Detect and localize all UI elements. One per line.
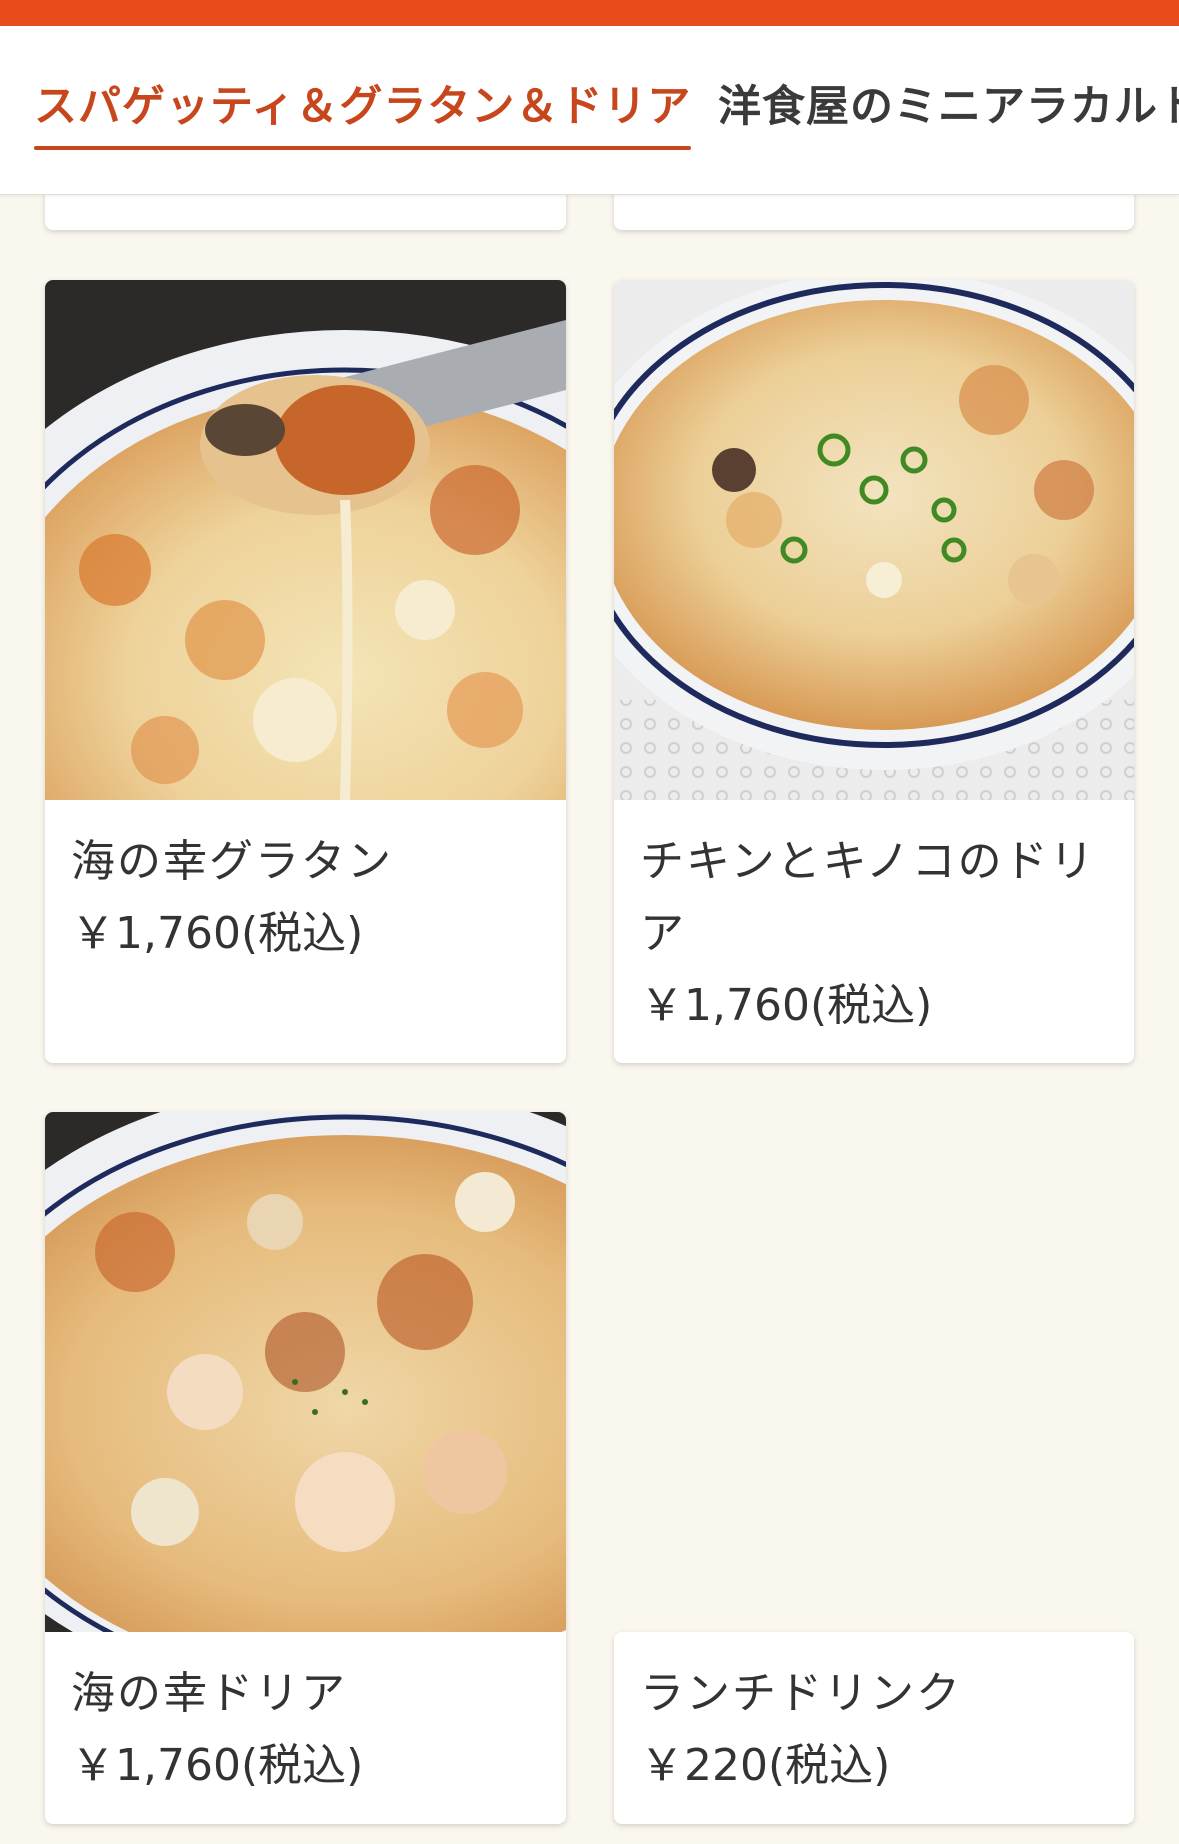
seafood-gratin-photo <box>45 280 566 800</box>
menu-card[interactable]: ランチドリンク ￥220(税込) <box>614 1632 1134 1824</box>
menu-card[interactable]: チキンとキノコのドリア ￥1,760(税込) <box>614 280 1134 1063</box>
menu-item-name: チキンとキノコのドリア <box>640 836 1096 959</box>
category-tab-bar: スパゲッティ＆グラタン＆ドリア 洋食屋のミニアラカルト <box>0 26 1179 195</box>
menu-item-price: ￥220(税込) <box>640 1740 891 1791</box>
top-accent-bar <box>0 0 1179 26</box>
tab-label: スパゲッティ＆グラタン＆ドリア <box>34 82 692 132</box>
menu-item-name: 海の幸ドリア <box>71 1668 347 1719</box>
chicken-mushroom-doria-photo <box>614 280 1134 800</box>
menu-item-name: 海の幸グラタン <box>71 836 393 887</box>
tab-spaghetti-gratin-doria[interactable]: スパゲッティ＆グラタン＆ドリア <box>34 86 692 150</box>
menu-card[interactable]: 海の幸グラタン ￥1,760(税込) <box>45 280 566 1063</box>
menu-item-price: ￥1,760(税込) <box>71 908 364 959</box>
tab-mini-a-la-carte[interactable]: 洋食屋のミニアラカルト <box>718 86 1179 129</box>
seafood-doria-photo <box>45 1112 566 1632</box>
menu-item-price: ￥1,760(税込) <box>71 1740 364 1791</box>
tab-label: 洋食屋のミニアラカルト <box>718 82 1179 132</box>
active-tab-indicator <box>34 146 692 150</box>
menu-item-price: ￥1,760(税込) <box>640 980 933 1031</box>
menu-item-name: ランチドリンク <box>640 1668 962 1719</box>
menu-card[interactable]: 海の幸ドリア ￥1,760(税込) <box>45 1112 566 1824</box>
